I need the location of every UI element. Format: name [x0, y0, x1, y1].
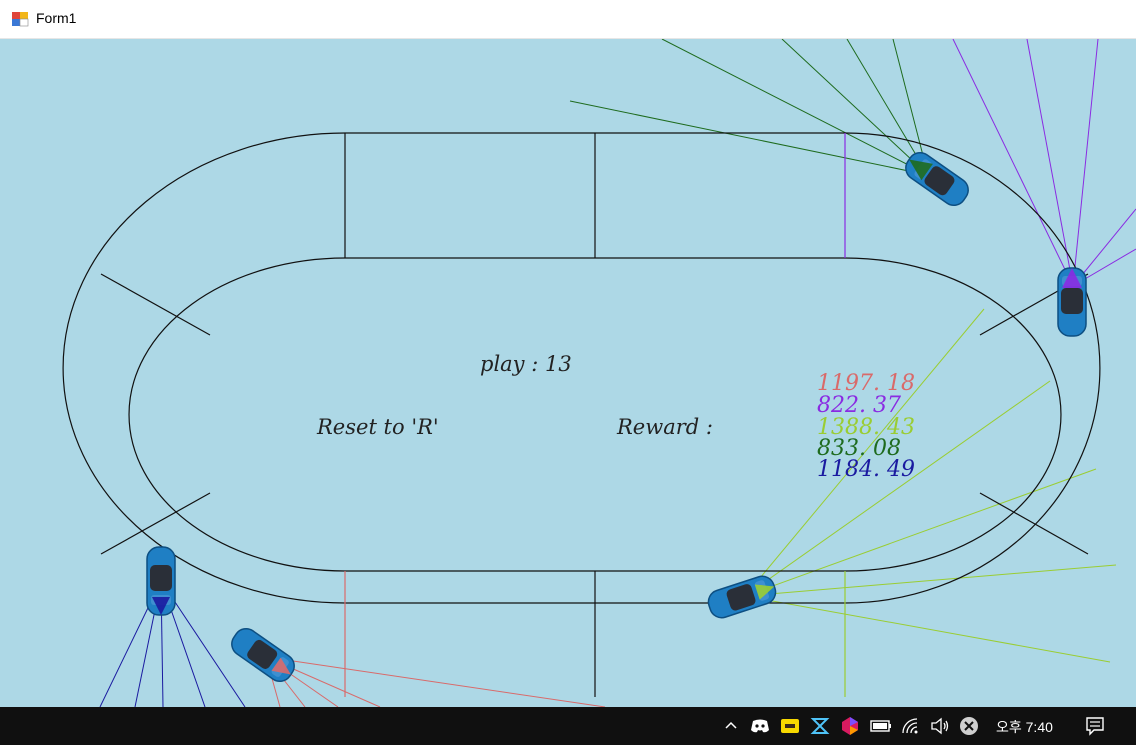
sensor-rays-green: [569, 38, 929, 176]
wifi-icon[interactable]: [900, 715, 922, 737]
notification-icon[interactable]: [1084, 715, 1106, 737]
reward-label: Reward :: [617, 415, 713, 439]
car-blue: [146, 546, 176, 616]
sensor-rays-lime: [744, 308, 1117, 663]
reward-value-purple: 822. 37: [817, 393, 901, 418]
track-outer-border: [62, 132, 1101, 604]
chevron-up-icon[interactable]: [720, 715, 742, 737]
close-circle-icon[interactable]: [958, 715, 980, 737]
checkpoints: [100, 133, 1089, 697]
car-purple: [1057, 267, 1087, 337]
taskbar-clock[interactable]: 오후 7:40: [996, 717, 1053, 737]
reward-value-blue: 1184. 49: [817, 457, 915, 482]
car-red: [231, 627, 295, 683]
window-title: Form1: [36, 10, 77, 26]
car-green: [905, 151, 969, 207]
title-bar: Form1: [0, 0, 1136, 39]
track-inner-border: [128, 257, 1062, 572]
car-lime: [707, 575, 777, 619]
kakaotalk-icon[interactable]: [779, 715, 801, 737]
app-icon-2[interactable]: [839, 715, 861, 737]
discord-icon[interactable]: [749, 715, 771, 737]
play-counter: play : 13: [480, 352, 572, 376]
app-icon-1[interactable]: [809, 715, 831, 737]
game-canvas: play : 13 Reset to 'R' Reward : 1197. 18…: [0, 38, 1136, 708]
battery-icon[interactable]: [870, 715, 892, 737]
volume-icon[interactable]: [929, 715, 951, 737]
reward-value-red: 1197. 18: [817, 371, 915, 396]
reset-hint: Reset to 'R': [317, 415, 439, 439]
taskbar: 오후 7:40: [0, 707, 1136, 745]
sensor-rays-purple: [952, 38, 1136, 287]
form-icon: [12, 12, 29, 27]
sensor-rays-red: [265, 656, 606, 708]
